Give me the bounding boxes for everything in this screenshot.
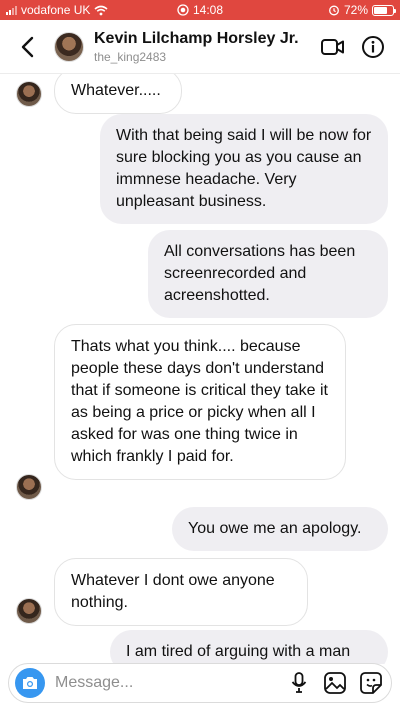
message-input[interactable] [55,674,277,692]
info-button[interactable] [358,32,388,62]
message-bubble-outgoing[interactable]: You owe me an apology. [172,507,388,551]
screen-record-icon [177,4,189,16]
battery-percent: 72% [343,3,368,17]
clock: 14:08 [192,3,224,17]
back-icon [21,36,34,57]
sender-avatar[interactable] [16,81,42,107]
message-composer [8,663,392,703]
message-bubble-outgoing[interactable]: All conversations has been screenrecorde… [148,230,388,318]
sender-avatar[interactable] [16,474,42,500]
battery-icon [372,4,396,16]
message-thread[interactable]: Whatever..... With that being said I wil… [0,74,400,664]
sender-avatar[interactable] [16,598,42,624]
microphone-icon [291,672,307,693]
message-bubble-outgoing[interactable]: I am tired of arguing with a man [110,630,388,664]
contact-name: Kevin Lilchamp Horsley Jr. [94,29,299,47]
message-bubble-incoming[interactable]: Thats what you think.... because people … [54,324,346,480]
voice-message-button[interactable] [285,669,313,697]
sticker-button[interactable] [357,669,385,697]
gallery-icon [324,672,346,694]
camera-icon [23,677,37,689]
contact-username: the_king2483 [94,49,167,64]
video-call-icon [321,38,344,55]
gallery-button[interactable] [321,669,349,697]
status-bar: vodafone UK 14:08 72% [0,0,400,20]
contact-info[interactable]: Kevin Lilchamp Horsley Jr. the_king2483 [94,30,308,64]
message-bubble-incoming[interactable]: Whatever I dont owe anyone nothing. [54,558,308,626]
video-call-button[interactable] [318,32,348,62]
back-button[interactable] [12,32,42,62]
carrier-label: vodafone UK [21,3,91,17]
wifi-icon [94,5,108,15]
info-icon [362,35,384,58]
signal-icon [6,5,17,15]
contact-avatar[interactable] [54,31,84,62]
message-bubble-incoming[interactable]: Whatever..... [54,74,182,114]
alarm-icon [329,5,339,16]
chat-header: Kevin Lilchamp Horsley Jr. the_king2483 [0,20,400,74]
camera-button[interactable] [15,668,45,698]
message-bubble-outgoing[interactable]: With that being said I will be now for s… [100,114,388,224]
sticker-icon [360,672,382,694]
